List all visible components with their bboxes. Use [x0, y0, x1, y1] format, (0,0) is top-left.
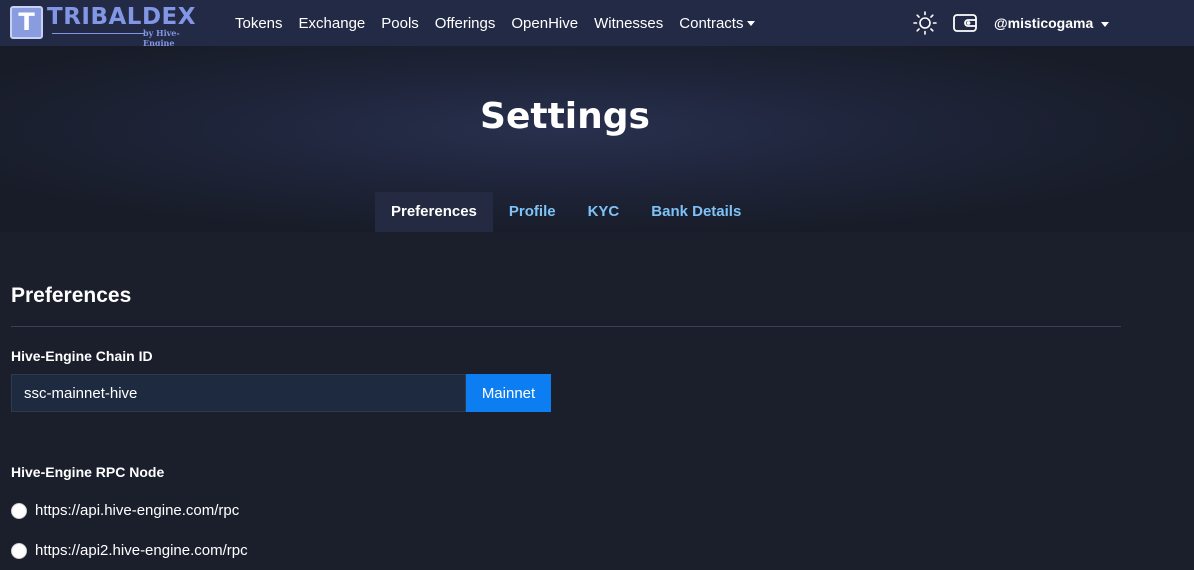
page-title: Settings [480, 96, 650, 137]
logo-underline [52, 33, 145, 34]
nav-link-tokens[interactable]: Tokens [227, 15, 291, 32]
tab-profile[interactable]: Profile [493, 192, 572, 232]
brand-tagline: by Hive-Engine [143, 28, 180, 48]
rpc-option-label: https://api.hive-engine.com/rpc [35, 502, 240, 519]
nav-link-witnesses[interactable]: Witnesses [586, 15, 671, 32]
nav-link-contracts-label: Contracts [679, 14, 744, 32]
tab-bank-details[interactable]: Bank Details [635, 192, 757, 232]
chain-id-input[interactable] [11, 374, 466, 412]
username: @misticogama [994, 15, 1094, 31]
wallet-icon [953, 14, 977, 32]
nav-link-exchange[interactable]: Exchange [291, 15, 374, 32]
tab-kyc[interactable]: KYC [572, 192, 636, 232]
chain-id-label: Hive-Engine Chain ID [11, 348, 153, 364]
rpc-node-label: Hive-Engine RPC Node [11, 464, 165, 480]
logo-letter: T [10, 6, 43, 39]
section-divider [11, 326, 1121, 327]
settings-hero: Settings Preferences Profile KYC Bank De… [0, 46, 1194, 232]
chevron-down-icon [1101, 21, 1110, 27]
nav-link-openhive[interactable]: OpenHive [503, 15, 586, 32]
section-title: Preferences [11, 284, 132, 307]
wallet-button[interactable] [952, 10, 978, 36]
nav-link-pools[interactable]: Pools [373, 15, 427, 32]
nav-links: Tokens Exchange Pools Offerings OpenHive… [227, 0, 763, 46]
nav-link-contracts[interactable]: Contracts [671, 15, 763, 32]
settings-tabs: Preferences Profile KYC Bank Details [375, 192, 757, 232]
rpc-option-radio[interactable] [11, 502, 27, 519]
chevron-down-icon [747, 21, 756, 27]
rpc-option[interactable]: https://api2.hive-engine.com/rpc [11, 542, 248, 559]
chain-id-group: Mainnet [11, 374, 551, 412]
theme-toggle-button[interactable] [912, 10, 938, 36]
tab-preferences[interactable]: Preferences [375, 192, 493, 232]
sun-icon [913, 11, 937, 35]
nav-link-offerings[interactable]: Offerings [427, 15, 504, 32]
rpc-option[interactable]: https://api.hive-engine.com/rpc [11, 502, 239, 519]
nav-right: @misticogama [912, 0, 1110, 46]
mainnet-button[interactable]: Mainnet [466, 374, 551, 412]
brand-logo[interactable]: T TRIBALDEX by Hive-Engine [10, 4, 210, 48]
user-menu[interactable]: @misticogama [994, 15, 1110, 31]
rpc-option-radio[interactable] [11, 542, 27, 559]
rpc-option-label: https://api2.hive-engine.com/rpc [35, 542, 248, 559]
brand-name: TRIBALDEX [47, 4, 196, 30]
navbar: T TRIBALDEX by Hive-Engine Tokens Exchan… [0, 0, 1194, 48]
preferences-panel: Preferences Hive-Engine Chain ID Mainnet… [0, 232, 1194, 570]
